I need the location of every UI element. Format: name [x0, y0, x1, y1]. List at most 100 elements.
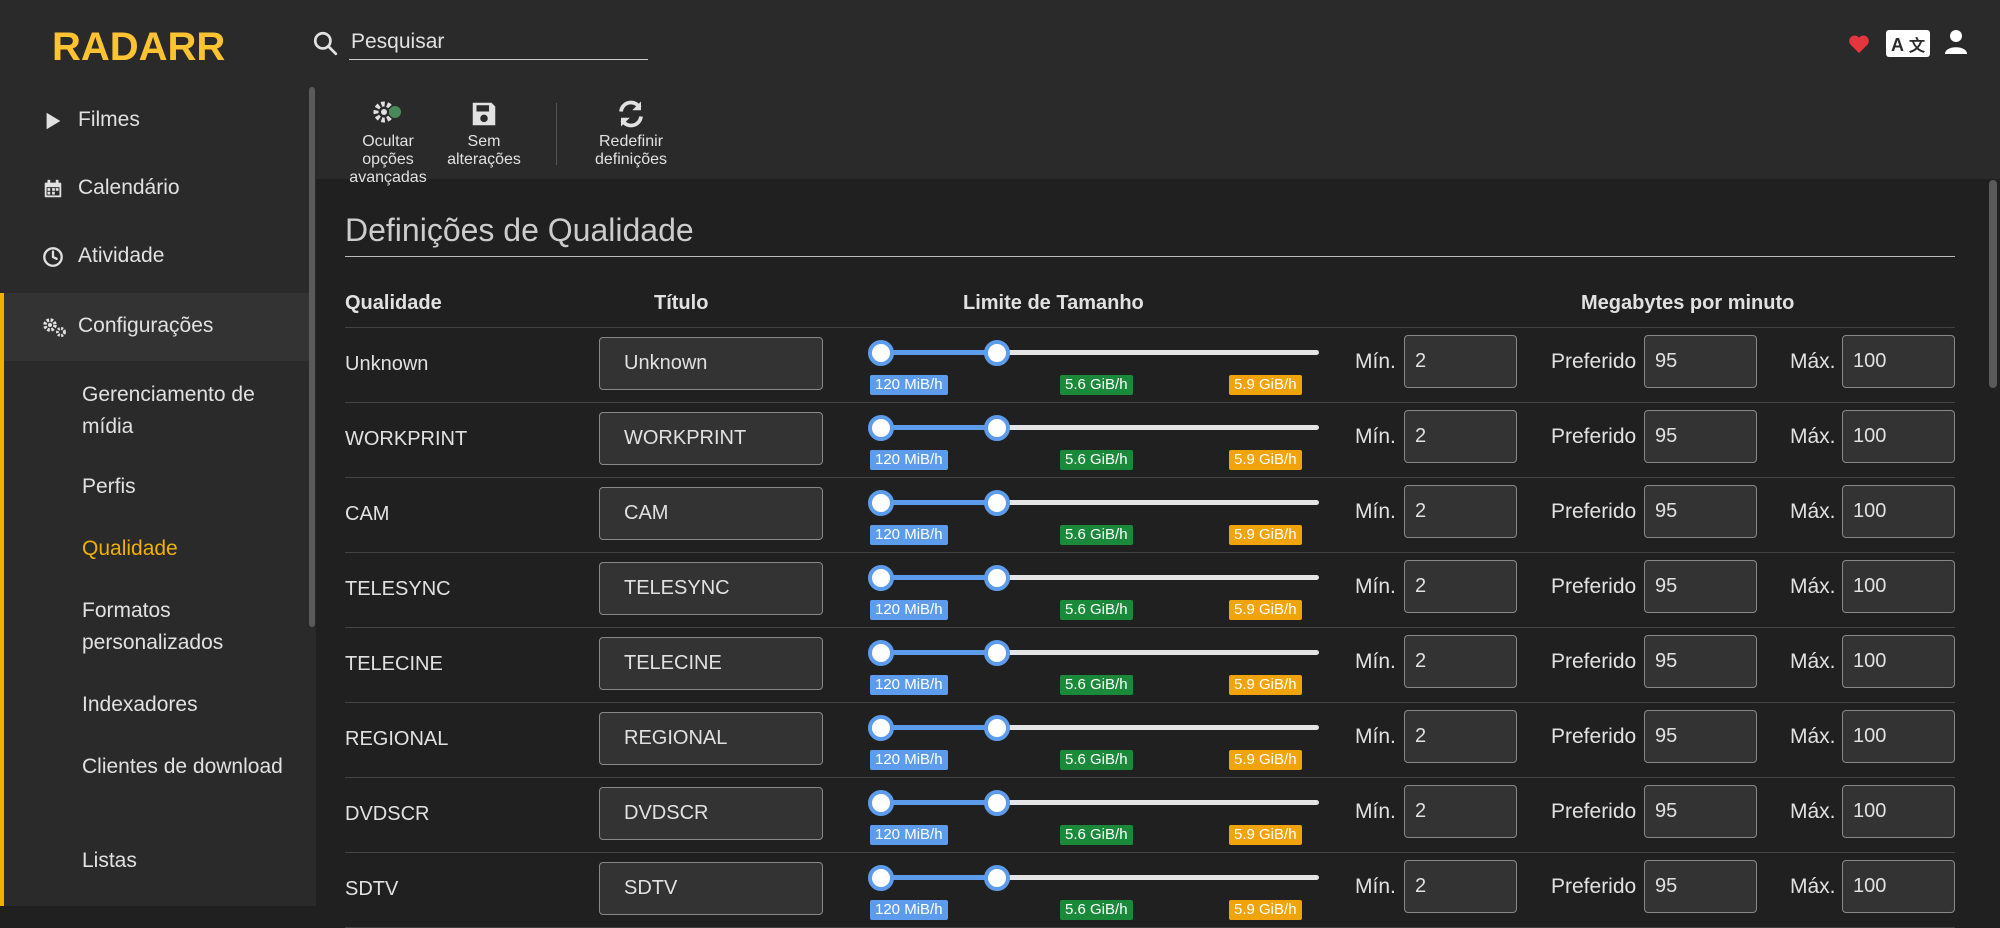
min-mpm-input[interactable] [1404, 335, 1517, 388]
quality-title-input[interactable] [599, 562, 823, 615]
sidebar-subitem-download-clients[interactable]: Clientes de download [48, 751, 308, 783]
sidebar-subitem-perfis[interactable]: Perfis [82, 471, 342, 503]
svg-text:文: 文 [1909, 36, 1926, 55]
preferred-mpm-input[interactable] [1644, 785, 1757, 838]
preferred-mpm-input[interactable] [1644, 710, 1757, 763]
quality-row: DVDSCR 120 MiB/h 5.6 GiB/h 5.9 GiB/h Mín. Pre… [345, 778, 1955, 853]
quality-name: SDTV [345, 878, 399, 900]
save-button[interactable]: Sem alterações [442, 99, 526, 169]
preferred-mpm-input[interactable] [1644, 560, 1757, 613]
slider-min-handle[interactable] [868, 565, 894, 591]
slider-preferred-handle[interactable] [984, 865, 1010, 891]
preferred-mpm-input[interactable] [1644, 860, 1757, 913]
sidebar-subitem-listas[interactable]: Listas [82, 845, 342, 877]
column-header-mpm: Megabytes por minuto [1581, 292, 1795, 314]
slider-preferred-handle[interactable] [984, 715, 1010, 741]
quality-row: CAM 120 MiB/h 5.6 GiB/h 5.9 GiB/h Mín. Prefer… [345, 478, 1955, 553]
quality-title-input[interactable] [599, 862, 823, 915]
title-divider [345, 256, 1955, 257]
preferred-mpm-input[interactable] [1644, 635, 1757, 688]
slider-preferred-handle[interactable] [984, 565, 1010, 591]
quality-row: REGIONAL 120 MiB/h 5.6 GiB/h 5.9 GiB/h Mín. P… [345, 703, 1955, 778]
radarr-logo[interactable]: RADARR [52, 22, 236, 68]
min-mpm-input[interactable] [1404, 485, 1517, 538]
preferred-label: Preferido [1551, 500, 1637, 523]
slider-min-handle[interactable] [868, 490, 894, 516]
slider-preferred-handle[interactable] [984, 640, 1010, 666]
min-mpm-input[interactable] [1404, 635, 1517, 688]
sidebar-item-atividade[interactable]: Atividade [0, 235, 309, 279]
toggle-advanced-label: Ocultar opções avançadas [349, 133, 427, 186]
min-mpm-input[interactable] [1404, 785, 1517, 838]
play-icon [46, 112, 61, 130]
slider-min-handle[interactable] [868, 340, 894, 366]
slider-preferred-handle[interactable] [984, 490, 1010, 516]
toggle-advanced-button[interactable]: Ocultar opções avançadas [348, 99, 428, 187]
preferred-label: Preferido [1551, 800, 1637, 823]
slider-min-handle[interactable] [868, 715, 894, 741]
preferred-mpm-input[interactable] [1644, 485, 1757, 538]
quality-title-input[interactable] [599, 487, 823, 540]
preferred-mpm-input[interactable] [1644, 410, 1757, 463]
min-label: Mín. [1355, 425, 1396, 448]
slider-preferred-handle[interactable] [984, 415, 1010, 441]
sidebar-subitem-media-management[interactable]: Gerenciamento de mídia [48, 379, 308, 443]
heart-icon[interactable] [1848, 34, 1870, 54]
quality-title-input[interactable] [599, 337, 823, 390]
size-limit-slider[interactable]: 120 MiB/h 5.6 GiB/h 5.9 GiB/h [868, 403, 1320, 478]
size-limit-slider[interactable]: 120 MiB/h 5.6 GiB/h 5.9 GiB/h [868, 553, 1320, 628]
sidebar-subitem-custom-formats[interactable]: Formatos personalizados [48, 595, 308, 659]
max-mpm-input[interactable] [1842, 785, 1955, 838]
max-label: Máx. [1790, 725, 1836, 748]
max-size-tag: 5.9 GiB/h [1229, 600, 1302, 620]
quality-row: SDTV 120 MiB/h 5.6 GiB/h 5.9 GiB/h Mín. Prefe… [345, 853, 1955, 928]
max-mpm-input[interactable] [1842, 335, 1955, 388]
max-mpm-input[interactable] [1842, 710, 1955, 763]
max-mpm-input[interactable] [1842, 410, 1955, 463]
max-label: Máx. [1790, 650, 1836, 673]
sidebar-item-calendario[interactable]: Calendário [0, 167, 309, 211]
quality-title-input[interactable] [599, 637, 823, 690]
quality-title-input[interactable] [599, 787, 823, 840]
max-mpm-input[interactable] [1842, 485, 1955, 538]
sidebar-subitem-qualidade[interactable]: Qualidade [82, 533, 342, 565]
user-icon[interactable] [1945, 30, 1967, 54]
max-mpm-input[interactable] [1842, 635, 1955, 688]
reset-definitions-button[interactable]: Redefinir definições [586, 99, 676, 169]
translate-icon[interactable]: A 文 [1886, 30, 1930, 57]
quality-row: TELESYNC 120 MiB/h 5.6 GiB/h 5.9 GiB/h Mín. P… [345, 553, 1955, 628]
toolbar-separator [556, 103, 557, 165]
min-mpm-input[interactable] [1404, 410, 1517, 463]
min-mpm-input[interactable] [1404, 860, 1517, 913]
column-header-title: Título [654, 292, 709, 314]
max-mpm-input[interactable] [1842, 560, 1955, 613]
quality-title-input[interactable] [599, 712, 823, 765]
slider-preferred-handle[interactable] [984, 340, 1010, 366]
size-limit-slider[interactable]: 120 MiB/h 5.6 GiB/h 5.9 GiB/h [868, 328, 1320, 403]
size-limit-slider[interactable]: 120 MiB/h 5.6 GiB/h 5.9 GiB/h [868, 628, 1320, 703]
preferred-label: Preferido [1551, 650, 1637, 673]
size-limit-slider[interactable]: 120 MiB/h 5.6 GiB/h 5.9 GiB/h [868, 853, 1320, 928]
sidebar-item-filmes[interactable]: Filmes [0, 99, 309, 143]
quality-title-input[interactable] [599, 412, 823, 465]
search-input[interactable] [349, 24, 648, 60]
page-title: Definições de Qualidade [345, 212, 694, 248]
column-header-size-limit: Limite de Tamanho [963, 292, 1144, 314]
slider-min-handle[interactable] [868, 640, 894, 666]
min-mpm-input[interactable] [1404, 710, 1517, 763]
preferred-size-tag: 5.6 GiB/h [1060, 750, 1133, 770]
size-limit-slider[interactable]: 120 MiB/h 5.6 GiB/h 5.9 GiB/h [868, 478, 1320, 553]
slider-min-handle[interactable] [868, 865, 894, 891]
max-mpm-input[interactable] [1842, 860, 1955, 913]
slider-preferred-handle[interactable] [984, 790, 1010, 816]
slider-min-handle[interactable] [868, 415, 894, 441]
preferred-mpm-input[interactable] [1644, 335, 1757, 388]
slider-min-handle[interactable] [868, 790, 894, 816]
sidebar-subitem-indexadores[interactable]: Indexadores [82, 689, 342, 721]
min-mpm-input[interactable] [1404, 560, 1517, 613]
size-limit-slider[interactable]: 120 MiB/h 5.6 GiB/h 5.9 GiB/h [868, 778, 1320, 853]
search-icon [313, 31, 338, 56]
size-limit-slider[interactable]: 120 MiB/h 5.6 GiB/h 5.9 GiB/h [868, 703, 1320, 778]
min-size-tag: 120 MiB/h [870, 900, 948, 920]
content-scrollbar[interactable] [1989, 180, 1997, 388]
